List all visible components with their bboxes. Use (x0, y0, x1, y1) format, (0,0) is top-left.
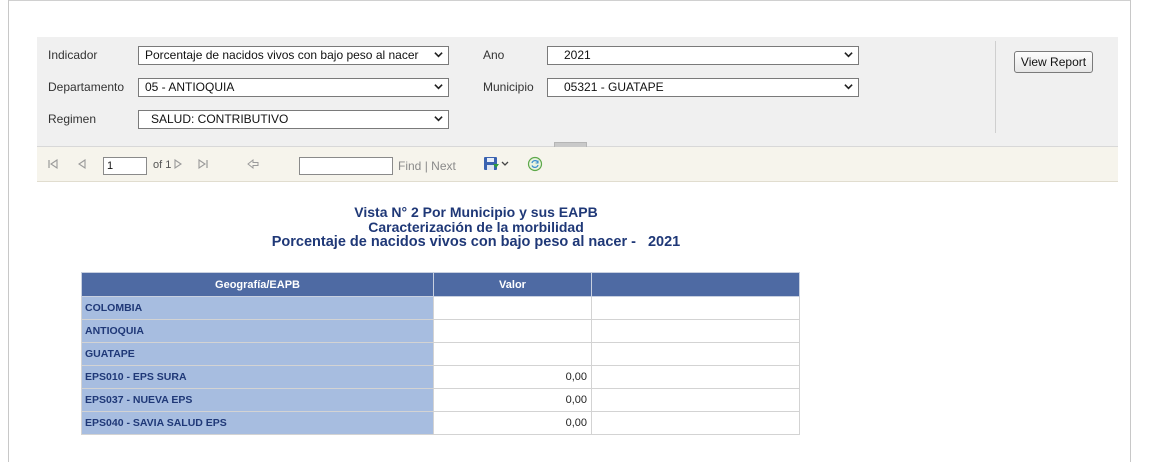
geo-cell: GUATAPE (81, 342, 434, 366)
header-valor: Valor (433, 272, 592, 297)
chevron-down-icon (434, 52, 443, 58)
find-next-links: Find | Next (398, 159, 456, 173)
table-row: ANTIOQUIA (81, 319, 800, 343)
regimen-select[interactable]: SALUD: CONTRIBUTIVO (138, 110, 449, 129)
valor-cell: 0,00 (433, 365, 592, 389)
extra-cell (591, 365, 800, 389)
chevron-down-icon (844, 52, 853, 58)
geo-cell: ANTIOQUIA (81, 319, 434, 343)
frame-left-border (8, 0, 9, 462)
report-viewer: Indicador Porcentaje de nacidos vivos co… (37, 37, 1118, 462)
geo-cell: EPS010 - EPS SURA (81, 365, 434, 389)
find-text-input[interactable] (299, 157, 393, 175)
report-subtitle: Caracterización de la morbilidad (368, 219, 584, 235)
frame-top-border (8, 0, 1131, 1)
page-number-input[interactable] (103, 157, 147, 175)
header-extra (591, 272, 800, 297)
extra-cell (591, 411, 800, 435)
save-export-icon[interactable] (483, 155, 511, 173)
table-row: EPS037 - NUEVA EPS 0,00 (81, 388, 800, 412)
next-page-icon[interactable] (173, 158, 183, 170)
next-link[interactable]: Next (431, 159, 456, 173)
frame-right-border (1130, 0, 1131, 462)
previous-page-icon[interactable] (77, 158, 87, 170)
last-page-icon[interactable] (197, 158, 209, 170)
regimen-label: Regimen (48, 112, 97, 126)
extra-cell (591, 342, 800, 366)
results-table: Geografía/EAPB Valor COLOMBIA ANTIOQUIA (81, 272, 800, 435)
departamento-select[interactable]: 05 - ANTIOQUIA (138, 78, 449, 97)
find-link[interactable]: Find (398, 159, 421, 173)
valor-cell: 0,00 (433, 388, 592, 412)
report-title: Vista N° 2 Por Municipio y sus EAPB (354, 204, 598, 220)
find-separator: | (424, 159, 428, 173)
back-icon[interactable] (247, 158, 259, 170)
refresh-icon[interactable] (527, 156, 543, 172)
report-year: 2021 (647, 234, 681, 250)
valor-cell: 0,00 (433, 411, 592, 435)
table-row: EPS040 - SAVIA SALUD EPS 0,00 (81, 411, 800, 435)
indicador-label: Indicador (48, 48, 98, 62)
report-indicator-title: Porcentaje de nacidos vivos con bajo pes… (126, 234, 826, 250)
valor-cell (433, 296, 592, 320)
indicador-select[interactable]: Porcentaje de nacidos vivos con bajo pes… (138, 46, 449, 65)
regimen-select-value: SALUD: CONTRIBUTIVO (151, 112, 289, 126)
table-row: EPS010 - EPS SURA 0,00 (81, 365, 800, 389)
table-row: GUATAPE (81, 342, 800, 366)
table-row: COLOMBIA (81, 296, 800, 320)
extra-cell (591, 296, 800, 320)
table-header-row: Geografía/EAPB Valor (81, 272, 800, 297)
ano-select-value: 2021 (564, 48, 591, 62)
parameters-panel: Indicador Porcentaje de nacidos vivos co… (37, 37, 1118, 148)
chevron-down-icon (434, 84, 443, 90)
ano-select[interactable]: 2021 (547, 46, 859, 65)
first-page-icon[interactable] (47, 158, 59, 170)
chevron-down-icon (434, 116, 443, 122)
header-geografia: Geografía/EAPB (81, 272, 434, 297)
valor-cell (433, 342, 592, 366)
chevron-down-icon (844, 84, 853, 90)
municipio-label: Municipio (483, 80, 534, 94)
parameters-divider (995, 41, 996, 133)
report-body: Vista N° 2 Por Municipio y sus EAPB Cara… (37, 183, 1118, 462)
departamento-select-value: 05 - ANTIOQUIA (145, 80, 235, 94)
report-indicator-name: Porcentaje de nacidos vivos con bajo pes… (271, 234, 636, 250)
extra-cell (591, 388, 800, 412)
geo-cell: COLOMBIA (81, 296, 434, 320)
report-toolbar: of 1 Find | Next (37, 147, 1118, 182)
geo-cell: EPS040 - SAVIA SALUD EPS (81, 411, 434, 435)
municipio-select-value: 05321 - GUATAPE (564, 80, 664, 94)
valor-cell (433, 319, 592, 343)
extra-cell (591, 319, 800, 343)
indicador-select-value: Porcentaje de nacidos vivos con bajo pes… (145, 48, 419, 62)
ano-label: Ano (483, 48, 505, 62)
page-count: of 1 (153, 159, 172, 171)
geo-cell: EPS037 - NUEVA EPS (81, 388, 434, 412)
municipio-select[interactable]: 05321 - GUATAPE (547, 78, 859, 97)
departamento-label: Departamento (48, 80, 125, 94)
view-report-button[interactable]: View Report (1014, 51, 1093, 73)
